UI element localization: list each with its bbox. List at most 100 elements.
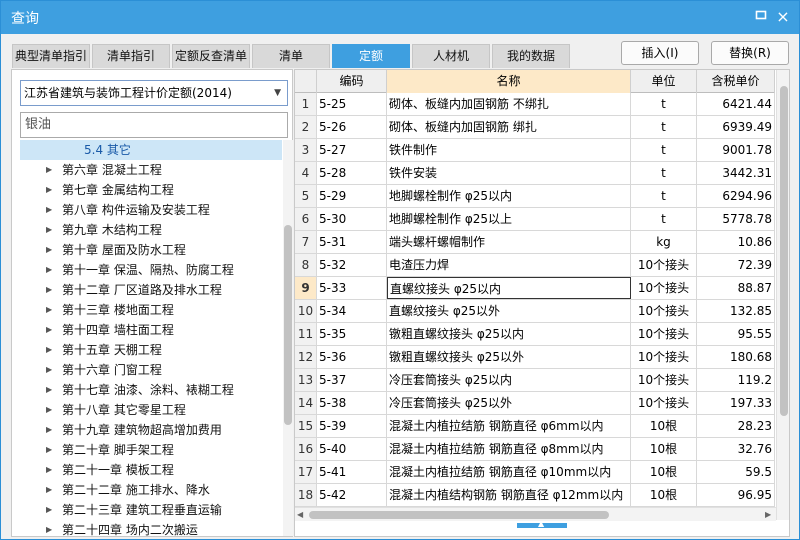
row-number[interactable]: 6 — [295, 208, 317, 230]
cell-price[interactable]: 32.76 — [697, 438, 775, 460]
cell-code[interactable]: 5-30 — [317, 208, 387, 230]
scroll-left-icon[interactable]: ◀ — [297, 508, 303, 522]
cell-name[interactable]: 冷压套筒接头 φ25以外 — [387, 392, 631, 414]
row-number[interactable]: 7 — [295, 231, 317, 253]
cell-price[interactable]: 5778.78 — [697, 208, 775, 230]
cell-name[interactable]: 混凝土内植拉结筋 钢筋直径 φ10mm以内 — [387, 461, 631, 483]
cell-code[interactable]: 5-34 — [317, 300, 387, 322]
table-row[interactable]: 3 5-27 铁件制作 t 9001.78 — [295, 139, 775, 162]
table-row[interactable]: 4 5-28 铁件安装 t 3442.31 — [295, 162, 775, 185]
search-input[interactable]: 银油 — [20, 112, 288, 138]
cell-unit[interactable]: 10个接头 — [631, 300, 697, 322]
cell-unit[interactable]: t — [631, 185, 697, 207]
cell-unit[interactable]: 10根 — [631, 461, 697, 483]
table-row[interactable]: 11 5-35 镦粗直螺纹接头 φ25以内 10个接头 95.55 — [295, 323, 775, 346]
cell-price[interactable]: 28.23 — [697, 415, 775, 437]
expand-caret-icon[interactable]: ▶ — [46, 280, 52, 300]
tab-4[interactable]: 定额 — [332, 44, 410, 68]
row-number[interactable]: 2 — [295, 116, 317, 138]
cell-name[interactable]: 地脚螺栓制作 φ25以上 — [387, 208, 631, 230]
row-number[interactable]: 14 — [295, 392, 317, 414]
row-number[interactable]: 5 — [295, 185, 317, 207]
cell-price[interactable]: 9001.78 — [697, 139, 775, 161]
expand-caret-icon[interactable]: ▶ — [46, 200, 52, 220]
table-row[interactable]: 15 5-39 混凝土内植拉结筋 钢筋直径 φ6mm以内 10根 28.23 — [295, 415, 775, 438]
tree-item[interactable]: ▶ 第十七章 油漆、涂料、裱糊工程 — [20, 380, 282, 400]
tree-item[interactable]: ▶ 第十二章 厂区道路及排水工程 — [20, 280, 282, 300]
row-number[interactable]: 18 — [295, 484, 317, 506]
tree-scroll-thumb[interactable] — [284, 225, 292, 425]
cell-name[interactable]: 镦粗直螺纹接头 φ25以外 — [387, 346, 631, 368]
table-row[interactable]: 13 5-37 冷压套筒接头 φ25以内 10个接头 119.2 — [295, 369, 775, 392]
insert-button[interactable]: 插入(I) — [621, 41, 699, 65]
expand-caret-icon[interactable]: ▶ — [46, 160, 52, 180]
header-price[interactable]: 含税单价 — [697, 70, 775, 93]
tab-3[interactable]: 清单 — [252, 44, 330, 68]
cell-code[interactable]: 5-37 — [317, 369, 387, 391]
tab-2[interactable]: 定额反查清单 — [172, 44, 250, 68]
cell-name[interactable]: 冷压套筒接头 φ25以内 — [387, 369, 631, 391]
cell-price[interactable]: 95.55 — [697, 323, 775, 345]
tab-6[interactable]: 我的数据 — [492, 44, 570, 68]
cell-code[interactable]: 5-32 — [317, 254, 387, 276]
row-number[interactable]: 10 — [295, 300, 317, 322]
tree-item[interactable]: ▶ 第二十二章 施工排水、降水 — [20, 480, 282, 500]
cell-name[interactable]: 端头螺杆螺帽制作 — [387, 231, 631, 253]
table-row[interactable]: 6 5-30 地脚螺栓制作 φ25以上 t 5778.78 — [295, 208, 775, 231]
chevron-up-icon[interactable]: ▲ — [538, 519, 544, 529]
table-row[interactable]: 8 5-32 电渣压力焊 10个接头 72.39 — [295, 254, 775, 277]
expand-caret-icon[interactable]: ▶ — [46, 340, 52, 360]
cell-unit[interactable]: 10个接头 — [631, 346, 697, 368]
cell-name[interactable]: 镦粗直螺纹接头 φ25以内 — [387, 323, 631, 345]
cell-code[interactable]: 5-33 — [317, 277, 387, 299]
tree-item[interactable]: ▶ 第十三章 楼地面工程 — [20, 300, 282, 320]
close-icon[interactable]: × — [775, 9, 791, 25]
cell-unit[interactable]: 10个接头 — [631, 254, 697, 276]
tree-item[interactable]: ▶ 第十九章 建筑物超高增加费用 — [20, 420, 282, 440]
header-unit[interactable]: 单位 — [631, 70, 697, 93]
cell-name[interactable]: 混凝土内植拉结筋 钢筋直径 φ6mm以内 — [387, 415, 631, 437]
cell-name[interactable]: 电渣压力焊 — [387, 254, 631, 276]
chevron-down-icon[interactable]: ▼ — [274, 81, 281, 105]
tree-item[interactable]: ▶ 第十八章 其它零星工程 — [20, 400, 282, 420]
expand-caret-icon[interactable]: ▶ — [46, 400, 52, 420]
cell-name[interactable]: 混凝土内植拉结筋 钢筋直径 φ8mm以内 — [387, 438, 631, 460]
panel-splitter[interactable]: ▲ — [517, 519, 567, 528]
tab-5[interactable]: 人材机 — [412, 44, 490, 68]
cell-price[interactable]: 10.86 — [697, 231, 775, 253]
tree-item[interactable]: ▶ 第六章 混凝土工程 — [20, 160, 282, 180]
expand-caret-icon[interactable]: ▶ — [46, 440, 52, 460]
cell-unit[interactable]: t — [631, 139, 697, 161]
tab-1[interactable]: 清单指引 — [92, 44, 170, 68]
cell-unit[interactable]: 10个接头 — [631, 277, 697, 299]
cell-unit[interactable]: kg — [631, 231, 697, 253]
table-row[interactable]: 10 5-34 直螺纹接头 φ25以外 10个接头 132.85 — [295, 300, 775, 323]
cell-unit[interactable]: 10个接头 — [631, 369, 697, 391]
tree-item[interactable]: ▶ 第九章 木结构工程 — [20, 220, 282, 240]
table-row[interactable]: 18 5-42 混凝土内植结构钢筋 钢筋直径 φ12mm以内 10根 96.95 — [295, 484, 775, 507]
library-dropdown[interactable]: 江苏省建筑与装饰工程计价定额(2014) ▼ — [20, 80, 288, 106]
cell-unit[interactable]: 10根 — [631, 438, 697, 460]
table-row[interactable]: 5 5-29 地脚螺栓制作 φ25以内 t 6294.96 — [295, 185, 775, 208]
cell-code[interactable]: 5-41 — [317, 461, 387, 483]
cell-code[interactable]: 5-35 — [317, 323, 387, 345]
grid-vscroll-thumb[interactable] — [780, 86, 788, 416]
cell-unit[interactable]: t — [631, 93, 697, 115]
row-number[interactable]: 8 — [295, 254, 317, 276]
table-row[interactable]: 2 5-26 砌体、板缝内加固钢筋 绑扎 t 6939.49 — [295, 116, 775, 139]
expand-caret-icon[interactable]: ▶ — [46, 360, 52, 380]
cell-price[interactable]: 88.87 — [697, 277, 775, 299]
tree-item[interactable]: ▶ 第十四章 墙柱面工程 — [20, 320, 282, 340]
cell-price[interactable]: 180.68 — [697, 346, 775, 368]
cell-name[interactable]: 砌体、板缝内加固钢筋 不绑扎 — [387, 93, 631, 115]
cell-code[interactable]: 5-38 — [317, 392, 387, 414]
table-row[interactable]: 12 5-36 镦粗直螺纹接头 φ25以外 10个接头 180.68 — [295, 346, 775, 369]
scroll-right-icon[interactable]: ▶ — [765, 508, 771, 522]
cell-name[interactable]: 铁件安装 — [387, 162, 631, 184]
cell-price[interactable]: 72.39 — [697, 254, 775, 276]
cell-price[interactable]: 6939.49 — [697, 116, 775, 138]
expand-caret-icon[interactable]: ▶ — [46, 320, 52, 340]
cell-code[interactable]: 5-42 — [317, 484, 387, 506]
cell-unit[interactable]: 10个接头 — [631, 392, 697, 414]
cell-code[interactable]: 5-40 — [317, 438, 387, 460]
